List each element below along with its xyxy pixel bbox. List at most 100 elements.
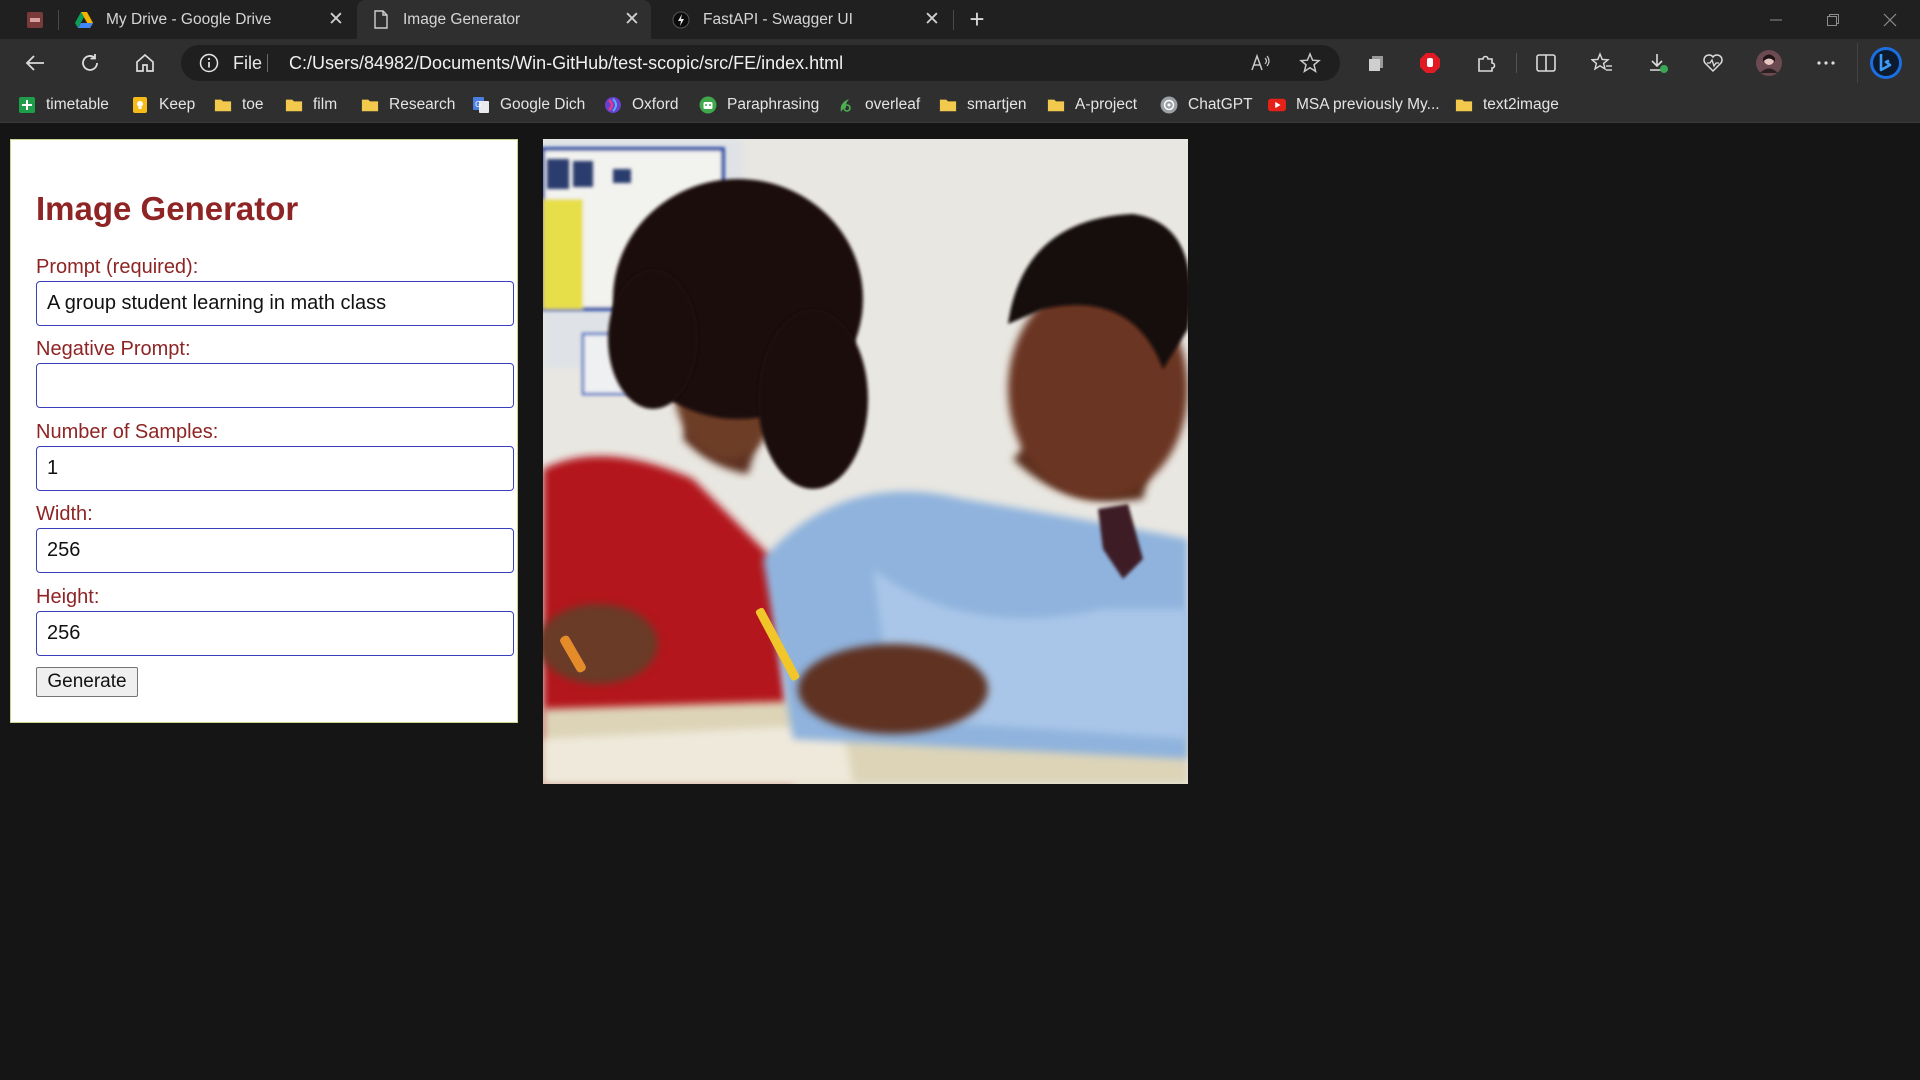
read-aloud-icon[interactable] bbox=[1249, 51, 1273, 75]
close-tab-icon[interactable]: ✕ bbox=[325, 9, 347, 31]
close-icon bbox=[1883, 13, 1897, 26]
height-input[interactable] bbox=[36, 611, 514, 656]
toolbar-divider bbox=[1516, 53, 1517, 73]
close-tab-icon[interactable]: ✕ bbox=[921, 9, 943, 31]
bookmark-timetable[interactable]: timetable bbox=[18, 94, 109, 116]
hand-stop-icon bbox=[1420, 53, 1440, 73]
new-tab-button[interactable]: + bbox=[963, 6, 991, 34]
arrow-left-icon bbox=[25, 55, 44, 71]
favorites-list-icon bbox=[1591, 52, 1612, 71]
tab-title: My Drive - Google Drive bbox=[106, 10, 272, 28]
bing-chat-button[interactable] bbox=[1866, 43, 1906, 83]
split-screen-icon bbox=[1536, 54, 1556, 72]
generate-button[interactable]: Generate bbox=[36, 667, 138, 697]
robot-icon bbox=[699, 96, 717, 114]
bookmark-label: Research bbox=[389, 96, 456, 113]
minimize-icon bbox=[1770, 19, 1782, 20]
width-input[interactable] bbox=[36, 528, 514, 573]
generated-image bbox=[543, 139, 1188, 784]
minimize-button[interactable] bbox=[1748, 0, 1804, 39]
home-button[interactable] bbox=[127, 46, 163, 80]
file-icon bbox=[371, 10, 391, 30]
copy-extension-icon bbox=[1369, 56, 1383, 71]
bookmark-film[interactable]: film bbox=[285, 94, 337, 116]
bookmark-label: Paraphrasing bbox=[727, 96, 820, 113]
tab-image-generator[interactable]: Image Generator ✕ bbox=[357, 0, 651, 39]
address-url[interactable]: C:/Users/84982/Documents/Win-GitHub/test… bbox=[289, 53, 843, 74]
extension-copy-button[interactable] bbox=[1358, 46, 1394, 80]
favorites-button[interactable] bbox=[1584, 46, 1620, 80]
split-screen-button[interactable] bbox=[1528, 46, 1564, 80]
samples-input[interactable] bbox=[36, 446, 514, 491]
tab-fastapi[interactable]: FastAPI - Swagger UI ✕ bbox=[657, 0, 951, 39]
bookmark-google-dich[interactable]: G Google Dich bbox=[472, 94, 585, 116]
pdf-icon bbox=[27, 12, 43, 28]
bookmark-msa[interactable]: MSA previously My... bbox=[1268, 94, 1440, 116]
tab-strip: My Drive - Google Drive ✕ Image Generato… bbox=[0, 0, 1920, 39]
folder-icon bbox=[285, 96, 303, 114]
browser-essentials-button[interactable] bbox=[1695, 46, 1731, 80]
google-drive-icon bbox=[74, 10, 94, 30]
tab-separator bbox=[58, 10, 59, 30]
favorite-star-icon[interactable] bbox=[1298, 51, 1322, 75]
fastapi-icon bbox=[671, 10, 691, 30]
negative-prompt-label: Negative Prompt: bbox=[36, 338, 191, 360]
home-icon bbox=[136, 53, 154, 72]
folder-icon bbox=[1455, 96, 1473, 114]
bookmark-chatgpt[interactable]: ChatGPT bbox=[1160, 94, 1253, 116]
bookmark-label: overleaf bbox=[865, 96, 921, 113]
prompt-label: Prompt (required): bbox=[36, 256, 199, 278]
students-classroom-illustration bbox=[543, 139, 1188, 784]
tab-separator bbox=[953, 10, 954, 30]
info-icon[interactable] bbox=[199, 53, 219, 73]
close-window-button[interactable] bbox=[1862, 0, 1918, 39]
bookmark-label: A-project bbox=[1075, 96, 1138, 113]
page-title: Image Generator bbox=[36, 190, 299, 227]
oxford-icon bbox=[604, 96, 622, 114]
bookmark-oxford[interactable]: Oxford bbox=[604, 94, 679, 116]
back-button[interactable] bbox=[17, 46, 53, 80]
bookmark-a-project[interactable]: A-project bbox=[1047, 94, 1137, 116]
bookmark-overleaf[interactable]: overleaf bbox=[837, 94, 920, 116]
bing-icon bbox=[1870, 47, 1902, 79]
prompt-input[interactable] bbox=[36, 281, 514, 326]
address-divider bbox=[267, 54, 268, 72]
bookmark-label: toe bbox=[242, 96, 264, 113]
keep-bulb-icon bbox=[131, 96, 149, 114]
restore-button[interactable] bbox=[1805, 0, 1861, 39]
tab-google-drive[interactable]: My Drive - Google Drive ✕ bbox=[60, 0, 355, 39]
folder-icon bbox=[361, 96, 379, 114]
settings-more-button[interactable] bbox=[1808, 46, 1844, 80]
youtube-icon bbox=[1268, 96, 1286, 114]
extensions-button[interactable] bbox=[1468, 46, 1504, 80]
tab-pinned-pdf[interactable] bbox=[14, 7, 56, 33]
bookmark-keep[interactable]: Keep bbox=[131, 94, 195, 116]
bookmark-research[interactable]: Research bbox=[361, 94, 455, 116]
bookmark-toe[interactable]: toe bbox=[214, 94, 264, 116]
bookmark-smartjen[interactable]: smartjen bbox=[939, 94, 1026, 116]
toolbar-divider bbox=[1857, 43, 1858, 83]
more-horizontal-icon bbox=[1817, 61, 1835, 65]
puzzle-icon bbox=[1478, 55, 1496, 72]
avatar bbox=[1756, 50, 1782, 76]
close-tab-icon[interactable]: ✕ bbox=[621, 9, 643, 31]
profile-button[interactable] bbox=[1751, 46, 1787, 80]
bookmark-label: Keep bbox=[159, 96, 196, 113]
address-scheme: File bbox=[233, 53, 263, 73]
bookmark-paraphrasing[interactable]: Paraphrasing bbox=[699, 94, 819, 116]
negative-prompt-input[interactable] bbox=[36, 363, 514, 408]
svg-text:G: G bbox=[475, 100, 481, 109]
tab-title: Image Generator bbox=[403, 10, 521, 28]
extension-adblock-button[interactable] bbox=[1412, 46, 1448, 80]
bookmark-label: ChatGPT bbox=[1188, 96, 1253, 113]
heart-pulse-icon bbox=[1703, 54, 1723, 73]
reload-button[interactable] bbox=[72, 46, 108, 80]
address-bar[interactable]: File C:/Users/84982/Documents/Win-GitHub… bbox=[181, 45, 1340, 81]
bookmark-text2image[interactable]: text2image bbox=[1455, 94, 1559, 116]
downloads-button[interactable] bbox=[1640, 46, 1676, 80]
bookmark-label: Google Dich bbox=[500, 96, 586, 113]
sheets-plus-icon bbox=[18, 96, 36, 114]
folder-icon bbox=[1047, 96, 1065, 114]
tab-title: FastAPI - Swagger UI bbox=[703, 10, 853, 28]
image-generator-form: Image Generator Prompt (required): Negat… bbox=[10, 139, 518, 723]
